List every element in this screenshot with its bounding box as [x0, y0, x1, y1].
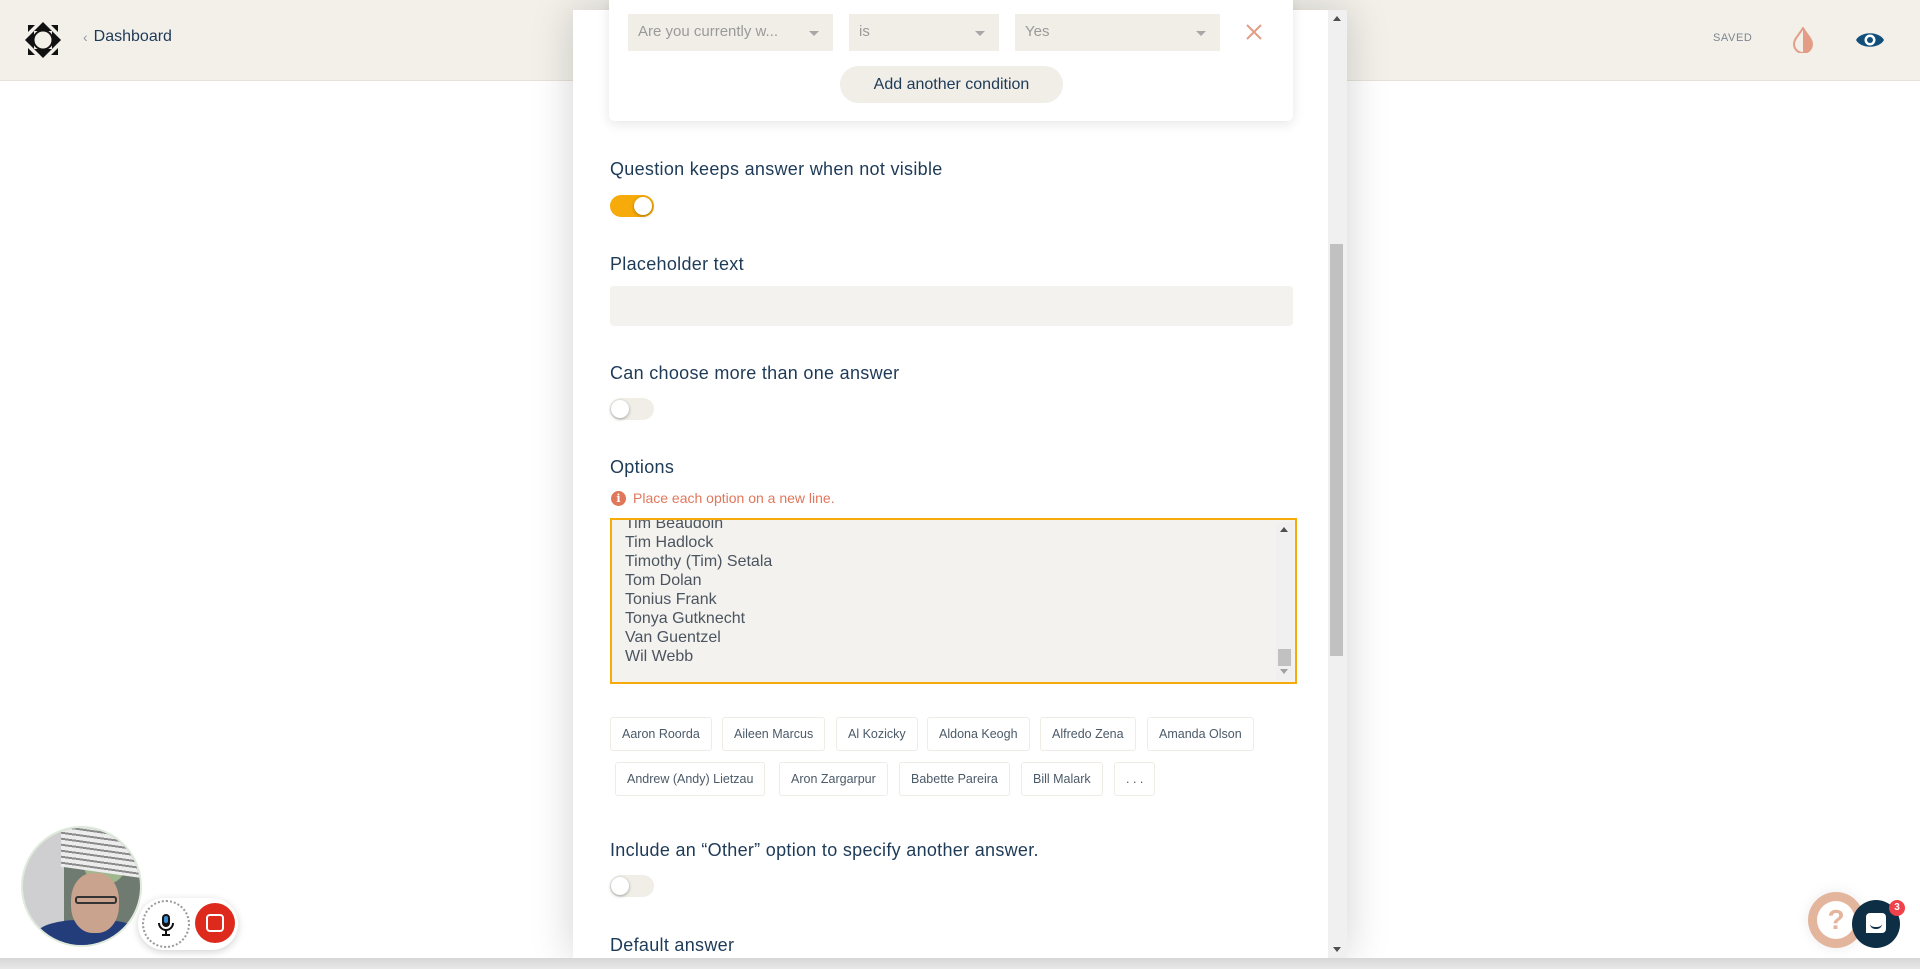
option-line: Wil Webb [625, 648, 694, 665]
back-label: Dashboard [93, 28, 172, 45]
toggle-knob [634, 197, 652, 215]
option-chip[interactable]: Aileen Marcus [722, 717, 826, 751]
chat-unread-badge: 3 [1889, 900, 1905, 916]
toggle-knob [611, 400, 629, 418]
scroll-down-icon[interactable] [1333, 947, 1341, 952]
more-options-chip[interactable]: . . . [1114, 762, 1156, 796]
microphone-icon [158, 914, 174, 936]
option-chip[interactable]: Aaron Roorda [610, 717, 712, 751]
condition-operator-select[interactable]: is [849, 14, 999, 51]
placeholder-label: Placeholder text [610, 254, 744, 274]
option-chip[interactable]: Andrew (Andy) Lietzau [615, 762, 766, 796]
chat-icon [1866, 913, 1886, 933]
microphone-button[interactable] [142, 900, 190, 948]
stop-recording-button[interactable] [195, 903, 235, 943]
add-condition-button[interactable]: Add another condition [840, 66, 1063, 103]
other-option-label: Include an “Other” option to specify ano… [610, 840, 1039, 860]
panel-scrollbar[interactable] [1328, 10, 1347, 958]
default-answer-label: Default answer [610, 935, 735, 955]
webcam-preview[interactable] [21, 826, 142, 947]
option-line: Tonya Gutknecht [625, 610, 746, 627]
back-to-dashboard-link[interactable]: ‹ Dashboard [83, 28, 172, 46]
multi-answer-toggle[interactable] [610, 398, 654, 420]
scroll-up-icon[interactable] [1333, 16, 1341, 21]
chevron-left-icon: ‹ [83, 29, 88, 45]
chevron-down-icon [809, 31, 819, 36]
options-textarea[interactable]: Tim Beaudoin Tim Hadlock Timothy (Tim) S… [610, 518, 1297, 684]
bottom-edge [0, 958, 1920, 969]
options-hint: i Place each option on a new line. [611, 490, 835, 506]
option-chip[interactable]: Alfredo Zena [1040, 717, 1136, 751]
chevron-down-icon [975, 31, 985, 36]
option-chip[interactable]: Bill Malark [1021, 762, 1103, 796]
option-chip[interactable]: Amanda Olson [1147, 717, 1254, 751]
option-line: Tim Hadlock [625, 534, 714, 551]
preview-eye-icon[interactable] [1855, 30, 1885, 50]
help-question-icon: ? [1817, 901, 1855, 939]
info-icon: i [611, 490, 626, 506]
keep-answer-label: Question keeps answer when not visible [610, 159, 943, 179]
theme-drop-icon[interactable] [1792, 27, 1814, 53]
webcam-background [61, 828, 140, 880]
multi-answer-label: Can choose more than one answer [610, 363, 900, 383]
options-lines: Tim Beaudoin Tim Hadlock Timothy (Tim) S… [625, 518, 773, 666]
save-status: SAVED [1713, 32, 1753, 44]
condition-field-value: Are you currently w... [638, 23, 779, 40]
options-scrollbar[interactable] [1276, 522, 1293, 680]
placeholder-input[interactable] [610, 286, 1293, 326]
remove-condition-close-icon[interactable] [1245, 23, 1263, 41]
scroll-down-icon[interactable] [1280, 669, 1288, 674]
condition-value-value: Yes [1025, 23, 1050, 40]
option-chip[interactable]: Al Kozicky [836, 717, 918, 751]
condition-value-select[interactable]: Yes [1015, 14, 1220, 51]
option-line: Timothy (Tim) Setala [625, 553, 773, 570]
options-hint-text: Place each option on a new line. [633, 490, 835, 506]
option-line: Tonius Frank [625, 591, 717, 608]
option-line: Tom Dolan [625, 572, 702, 589]
webcam-person [75, 896, 117, 904]
scroll-thumb[interactable] [1330, 244, 1343, 656]
condition-field-select[interactable]: Are you currently w... [628, 14, 833, 51]
condition-operator-value: is [859, 23, 870, 40]
option-chip[interactable]: Aldona Keogh [927, 717, 1030, 751]
option-line: Tim Beaudoin [625, 518, 724, 532]
chevron-down-icon [1196, 31, 1206, 36]
stop-icon [206, 914, 224, 932]
option-chip[interactable]: Babette Pareira [899, 762, 1010, 796]
other-option-toggle[interactable] [610, 875, 654, 897]
logo-icon[interactable] [25, 22, 61, 58]
keep-answer-toggle[interactable] [610, 195, 654, 217]
option-chip[interactable]: Aron Zargarpur [779, 762, 888, 796]
options-label: Options [610, 457, 675, 477]
toggle-knob [611, 877, 629, 895]
scroll-up-icon[interactable] [1280, 527, 1288, 532]
option-line: Van Guentzel [625, 629, 721, 646]
scroll-thumb[interactable] [1278, 649, 1291, 666]
question-settings-panel [573, 10, 1347, 958]
